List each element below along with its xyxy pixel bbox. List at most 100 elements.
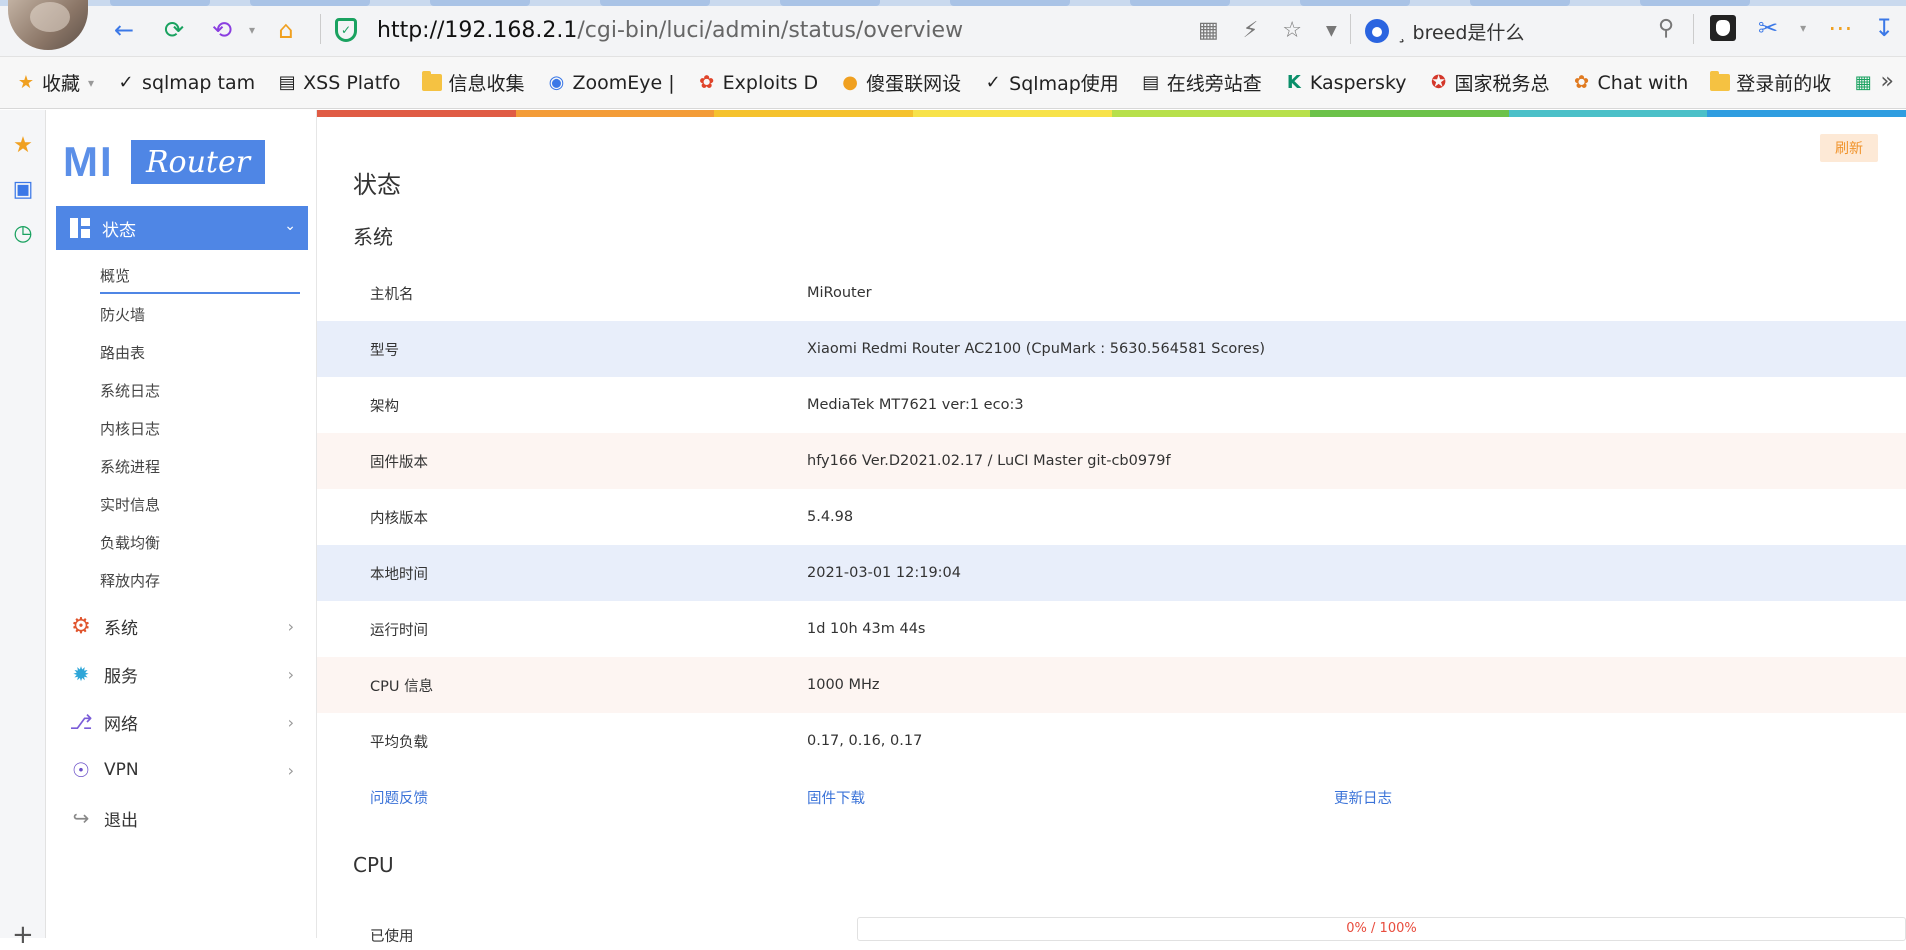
menu-network[interactable]: ⎇ 网络 › (69, 702, 310, 742)
feedback-link[interactable]: 问题反馈 (370, 791, 428, 807)
submenu-realtime[interactable]: 实时信息 (100, 486, 300, 524)
links-row: 问题反馈 固件下载 更新日志 (317, 769, 1906, 825)
tablet-icon[interactable]: ▣ (12, 177, 34, 202)
submenu-free-memory[interactable]: 释放内存 (100, 562, 300, 600)
url-path: /cgi-bin/luci/admin/status/overview (577, 17, 964, 43)
bookmark-item[interactable]: ▦ (1853, 72, 1879, 93)
system-table: 主机名 MiRouter 型号 Xiaomi Redmi Router AC2100… (317, 265, 1906, 825)
stripe-segment (1310, 110, 1509, 117)
bookmark-item[interactable]: ▤ 在线旁站查 (1141, 69, 1262, 96)
submenu-routes[interactable]: 路由表 (100, 334, 300, 372)
table-row: 固件版本 hfy166 Ver.D2021.02.17 / LuCI Master… (317, 433, 1906, 489)
stripe-segment (1707, 110, 1906, 117)
search-icon[interactable]: ⚲ (1658, 16, 1674, 41)
sqlmap-icon: ✓ (118, 72, 134, 93)
bookmarks-bar: ★ 收藏 ▾ ✓ sqlmap tam ▤ XSS Platfo 信息收集 ◉ ZoomE… (0, 57, 1906, 109)
emblem-icon: ✪ (1430, 72, 1447, 93)
submenu-load-balance[interactable]: 负载均衡 (100, 524, 300, 562)
table-row: 架构 MediaTek MT7621 ver:1 eco:3 (370, 397, 1024, 415)
table-row: 运行时间 1d 10h 43m 44s (370, 621, 926, 639)
add-icon[interactable]: + (12, 920, 34, 950)
luci-sidebar: MI Router 状态 ⌄ 概览 防火墙 路由表 系统日志 内核日志 系统进程… (47, 110, 317, 938)
bookmark-item[interactable]: ◉ ZoomEye | (546, 72, 675, 94)
baidu-icon (1365, 19, 1389, 43)
stripe-segment (317, 110, 516, 117)
mask-extension-icon[interactable] (1710, 15, 1736, 41)
chevron-down-icon: ⌄ (284, 218, 296, 234)
submenu-overview[interactable]: 概览 (100, 258, 300, 294)
refresh-button[interactable]: 刷新 (1820, 134, 1878, 162)
page-title: 状态 (353, 171, 401, 199)
back-icon[interactable]: ← (110, 16, 138, 44)
logo: MI Router (63, 138, 265, 186)
lightning-icon[interactable]: ⚡ (1243, 18, 1258, 43)
bookmark-item[interactable]: ✿ Exploits D (697, 72, 818, 94)
bookmark-item[interactable]: ● 傻蛋联网设 (840, 69, 961, 96)
tab-strip[interactable] (0, 0, 1906, 6)
cpu-usage-row: 已使用 0% / 100% (317, 917, 1906, 947)
history-icon[interactable]: ◷ (12, 221, 34, 246)
star-outline-icon[interactable]: ☆ (1282, 18, 1302, 43)
document-icon: ▤ (278, 72, 296, 93)
menu-status[interactable]: 状态 ⌄ (56, 206, 308, 250)
bookmark-item[interactable]: ✪ 国家税务总 (1429, 69, 1550, 96)
menu-system[interactable]: ⚙ 系统 › (70, 606, 310, 646)
more-icon[interactable]: ⋯ (1828, 14, 1852, 42)
chevron-down-icon[interactable]: ▾ (238, 16, 266, 44)
firmware-download-link[interactable]: 固件下载 (807, 791, 865, 807)
bookmark-item[interactable]: ✓ sqlmap tam (116, 72, 256, 94)
chevron-right-icon: › (287, 712, 294, 732)
reload-icon[interactable]: ⟳ (160, 16, 188, 44)
address-bar[interactable]: ✓ http://192.168.2.1/cgi-bin/luci/admin/… (335, 15, 1340, 45)
menu-vpn[interactable]: ☉ VPN › (70, 750, 310, 790)
bug-icon: ✿ (699, 72, 715, 93)
stripe-segment (1111, 110, 1311, 117)
undo-icon[interactable]: ⟲ (208, 16, 236, 44)
bookmark-item[interactable]: K Kaspersky (1284, 72, 1407, 94)
chevron-down-icon[interactable]: ▾ (1800, 21, 1806, 35)
chevron-down-icon[interactable]: ▼ (1326, 18, 1337, 43)
globe-icon: ● (842, 72, 859, 93)
section-title-system: 系统 (353, 225, 393, 249)
qrcode-icon[interactable]: ▦ (1198, 18, 1219, 43)
more-bookmarks-icon[interactable]: » (1881, 69, 1894, 94)
url-host: http://192.168.2.1 (377, 17, 578, 43)
status-submenu: 概览 防火墙 路由表 系统日志 内核日志 系统进程 实时信息 负载均衡 释放内存 (100, 258, 300, 600)
favorites-icon[interactable]: ★ (12, 133, 34, 158)
cpu-usage-text: 0% / 100% (1346, 921, 1417, 936)
table-row: 本地时间 2021-03-01 12:19:04 (317, 545, 1906, 601)
changelog-link[interactable]: 更新日志 (1334, 791, 1392, 807)
star-icon: ★ (17, 72, 35, 93)
home-icon[interactable]: ⌂ (272, 16, 300, 44)
bookmark-item[interactable]: 信息收集 (422, 69, 524, 96)
submenu-syslog[interactable]: 系统日志 (100, 372, 300, 410)
logo-router: Router (131, 140, 265, 184)
submenu-processes[interactable]: 系统进程 (100, 448, 300, 486)
submenu-firewall[interactable]: 防火墙 (100, 296, 300, 334)
scissors-icon[interactable]: ✂ (1758, 14, 1778, 42)
bookmark-item[interactable]: 登录前的收 (1710, 69, 1831, 96)
bookmark-item[interactable]: ★ 收藏 ▾ (16, 69, 94, 96)
user-avatar[interactable] (8, 0, 88, 50)
download-icon[interactable]: ↧ (1874, 14, 1894, 42)
bookmark-item[interactable]: ▤ XSS Platfo (277, 72, 401, 94)
bookmark-item[interactable]: ✿ Chat with (1572, 72, 1688, 94)
chevron-right-icon: › (287, 760, 294, 780)
menu-logout[interactable]: ↪ 退出 (70, 798, 310, 838)
submenu-kernel-log[interactable]: 内核日志 (100, 410, 300, 448)
menu-status-label: 状态 (102, 220, 136, 241)
eye-icon: ◉ (548, 72, 565, 93)
app-icon: ▦ (1854, 72, 1872, 93)
document-icon: ▤ (1142, 72, 1160, 93)
table-row: 主机名 MiRouter (370, 285, 872, 303)
chevron-right-icon: › (287, 664, 294, 684)
services-icon: ✹ (72, 662, 90, 686)
main-content: 刷新 状态 系统 主机名 MiRouter 型号 Xiaomi Redmi Rout… (317, 117, 1906, 945)
color-stripe (317, 110, 1906, 117)
menu-services[interactable]: ✹ 服务 › (70, 654, 310, 694)
search-box[interactable]: ¸ breed是什么 (1365, 16, 1685, 46)
bookmark-item[interactable]: ✓ Sqlmap使用 (983, 69, 1119, 96)
gear-icon: ⚙ (71, 613, 91, 639)
cpu-progress-bar: 0% / 100% (857, 917, 1906, 941)
dashboard-icon (70, 218, 90, 238)
